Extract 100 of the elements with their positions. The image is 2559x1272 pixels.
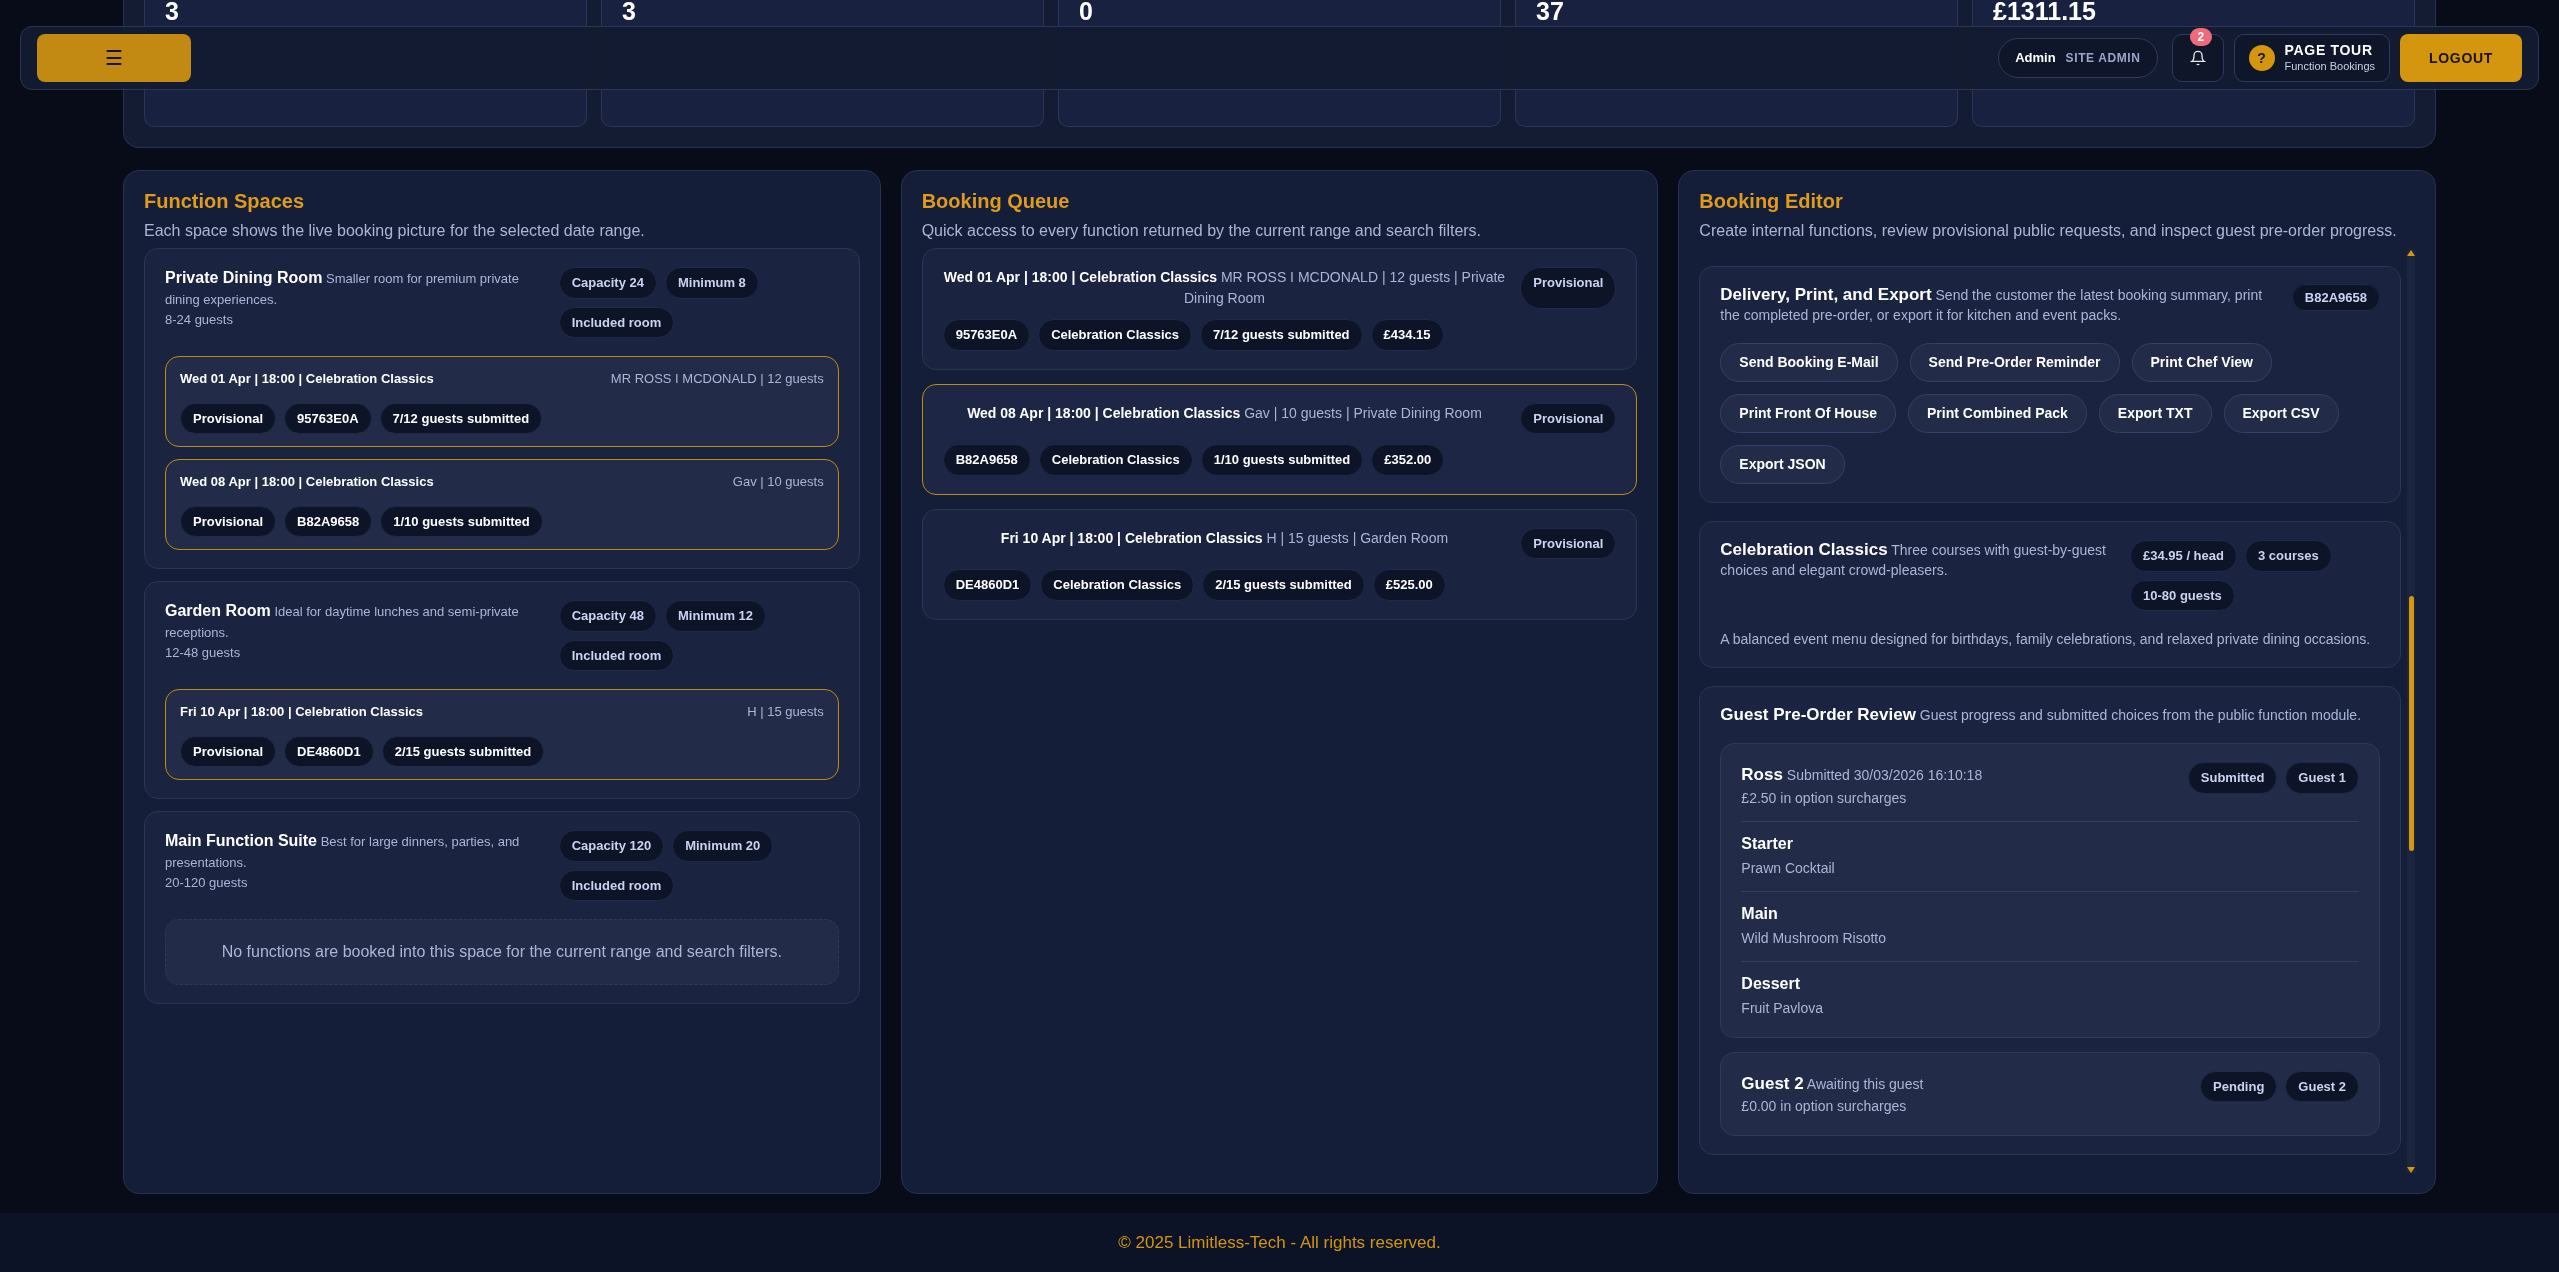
panel-title: Booking Queue [921, 189, 1071, 214]
tag: B82A9658 [2291, 284, 2380, 311]
tag: Provisional [1520, 267, 1617, 309]
course-name: Main [1741, 903, 1779, 924]
tag: £352.00 [1371, 444, 1445, 476]
booking-title: Wed 08 Apr | 18:00 | Celebration Classics [180, 473, 434, 491]
tag: Celebration Classics [1040, 569, 1195, 601]
tag: Provisional [1520, 402, 1617, 434]
stat-value: 37 [1536, 0, 1564, 22]
tag: Provisional [180, 735, 277, 767]
preorder-description: Guest Pre-Order Review Guest progress and submitted choices from the public function module. [1720, 705, 2363, 725]
booking-card[interactable]: Fri 10 Apr | 18:00 | Celebration Classics H | 15 guests Provisional DE4860D1 2/15 guests submitted [165, 689, 839, 780]
tag: Guest 1 [2285, 762, 2359, 794]
user-name: Admin [2015, 49, 2056, 68]
booking-title: Wed 01 Apr | 18:00 | Celebration Classics [180, 370, 434, 388]
action-button[interactable]: Send Pre-Order Reminder [1909, 343, 2120, 382]
action-button[interactable]: Export JSON [1720, 445, 1845, 484]
tag: Minimum 12 [664, 600, 767, 632]
tag: £34.95 / head [2130, 540, 2237, 572]
tag: Submitted [2187, 762, 2278, 794]
tag: 3 courses [2244, 540, 2332, 572]
tag: 95763E0A [942, 319, 1031, 351]
action-button[interactable]: Print Chef View [2131, 343, 2272, 382]
panel-title: Booking Editor [1699, 189, 1844, 214]
tag: Celebration Classics [1038, 444, 1193, 476]
tag: Included room [558, 306, 675, 338]
tag: DE4860D1 [942, 569, 1033, 601]
space-guests: 12-48 guests [165, 644, 242, 662]
scroll-down-icon [2407, 1167, 2415, 1173]
tag: Celebration Classics [1038, 319, 1192, 351]
tag: Capacity 48 [558, 600, 657, 632]
menu-button[interactable]: ☰ [37, 34, 191, 82]
queue-item-title: Wed 01 Apr | 18:00 | Celebration Classics MR ROSS I MCDONALD | 12 guests | Private Dining Room [942, 268, 1507, 308]
stat-value: 3 [622, 0, 636, 22]
tag: 1/10 guests submitted [380, 505, 543, 537]
queue-item-title: Wed 08 Apr | 18:00 | Celebration Classics Gav | 10 guests | Private Dining Room [966, 403, 1483, 423]
tag: DE4860D1 [284, 735, 374, 767]
panel-subtitle: Quick access to every function returned by the current range and search filters. [921, 221, 1483, 241]
panel-title: Function Spaces [144, 189, 306, 214]
stat-value: £1311.15 [1993, 0, 2096, 22]
space-guests: 8-24 guests [165, 311, 234, 329]
space-description: Main Function Suite Best for large dinners, parties, and presentations. [165, 831, 521, 872]
menu-summary: A balanced event menu designed for birthdays, family celebrations, and relaxed private dining occasions. [1720, 630, 2372, 649]
action-button[interactable]: Print Combined Pack [1908, 394, 2087, 433]
queue-item[interactable]: Fri 10 Apr | 18:00 | Celebration Classics H | 15 guests | Garden Room Provisional DE4860D1 Celebration Classics 2/15 guests submitted £525.00 [921, 508, 1638, 620]
queue-item[interactable]: Wed 01 Apr | 18:00 | Celebration Classics MR ROSS I MCDONALD | 12 guests | Private Dining Room Provisional 95763E0A Celebration Classics 7/12 guests submitted £434.15 [921, 248, 1638, 370]
stat-value: 3 [165, 0, 179, 22]
guest-status: Ross Submitted 30/03/2026 16:10:18 [1741, 764, 1984, 786]
tag: Guest 2 [2285, 1070, 2359, 1102]
course-name: Dessert [1741, 973, 1802, 994]
tag: Provisional [180, 402, 277, 434]
guest-status: Guest 2 Awaiting this guest [1741, 1072, 1925, 1095]
space-description: Garden Room Ideal for daytime lunches and semi-private receptions. [165, 601, 520, 642]
course-choice: Wild Mushroom Risotto [1741, 928, 1888, 948]
action-button[interactable]: Export TXT [2098, 394, 2212, 433]
queue-item-title: Fri 10 Apr | 18:00 | Celebration Classics H | 15 guests | Garden Room [999, 528, 1450, 548]
tour-title: PAGE TOUR [2284, 42, 2373, 60]
tag: B82A9658 [942, 444, 1031, 476]
help-icon: ? [2248, 45, 2275, 71]
booking-customer: H | 15 guests [747, 703, 824, 721]
booking-card[interactable]: Wed 01 Apr | 18:00 | Celebration Classics MR ROSS I MCDONALD | 12 guests Provisional 95763E0A 7/12 guests submitted [165, 356, 839, 447]
tag: 7/12 guests submitted [1200, 319, 1363, 351]
tag: Capacity 120 [558, 830, 665, 862]
user-role: SITE ADMIN [2065, 50, 2141, 67]
menu-description: Celebration Classics Three courses with guest-by-guest choices and elegant crowd-pleasers. [1720, 540, 2107, 580]
tag: Provisional [180, 505, 277, 537]
tag: 2/15 guests submitted [1202, 569, 1365, 601]
booking-customer: MR ROSS I MCDONALD | 12 guests [610, 370, 824, 388]
scrollbar[interactable] [2407, 250, 2415, 1173]
tag: Minimum 20 [672, 830, 774, 862]
tag: Included room [558, 639, 675, 671]
action-button[interactable]: Print Front Of House [1720, 394, 1896, 433]
tag: 1/10 guests submitted [1200, 444, 1364, 476]
guest-surcharge: £2.50 in option surcharges [1741, 788, 1908, 808]
notification-count: 2 [2189, 28, 2213, 46]
panel-subtitle: Each space shows the live booking picture for the selected date range. [144, 221, 646, 241]
tag: 2/15 guests submitted [381, 735, 545, 767]
logout-button[interactable]: LOGOUT [2400, 34, 2522, 82]
action-button[interactable]: Send Booking E-Mail [1720, 343, 1898, 382]
booking-customer: Gav | 10 guests [732, 473, 824, 491]
page-tour-button[interactable]: ? PAGE TOUR Function Bookings [2233, 34, 2390, 82]
tag: Pending [2200, 1070, 2278, 1102]
scroll-up-icon [2407, 250, 2415, 256]
tag: 10-80 guests [2130, 579, 2235, 611]
stat-value: 0 [1079, 0, 1093, 22]
space-description: Private Dining Room Smaller room for premium private dining experiences. [165, 268, 520, 309]
course-name: Starter [1741, 833, 1794, 854]
queue-item[interactable]: Wed 08 Apr | 18:00 | Celebration Classics Gav | 10 guests | Private Dining Room Provisional B82A9658 Celebration Classics 1/10 guests submitted £352.00 [921, 383, 1638, 495]
space-guests: 20-120 guests [165, 874, 249, 892]
tag: £434.15 [1370, 319, 1444, 351]
action-button[interactable]: Export CSV [2223, 394, 2339, 433]
copyright-text: © 2025 Limitless-Tech - All rights reserved. [1118, 1231, 1441, 1254]
booking-title: Fri 10 Apr | 18:00 | Celebration Classics [180, 703, 424, 721]
bell-icon [2189, 50, 2206, 66]
tag: Included room [558, 869, 675, 901]
empty-state: No functions are booked into this space for the current range and search filters. [165, 919, 839, 985]
tag: 95763E0A [284, 402, 372, 434]
notifications-button[interactable] [2171, 34, 2224, 82]
booking-card[interactable]: Wed 08 Apr | 18:00 | Celebration Classics Gav | 10 guests Provisional B82A9658 1/10 guests submitted [165, 459, 839, 550]
delivery-description: Delivery, Print, and Export Send the customer the latest booking summary, print the completed pre-order, or export it for kitchen and event packs. [1720, 285, 2264, 325]
